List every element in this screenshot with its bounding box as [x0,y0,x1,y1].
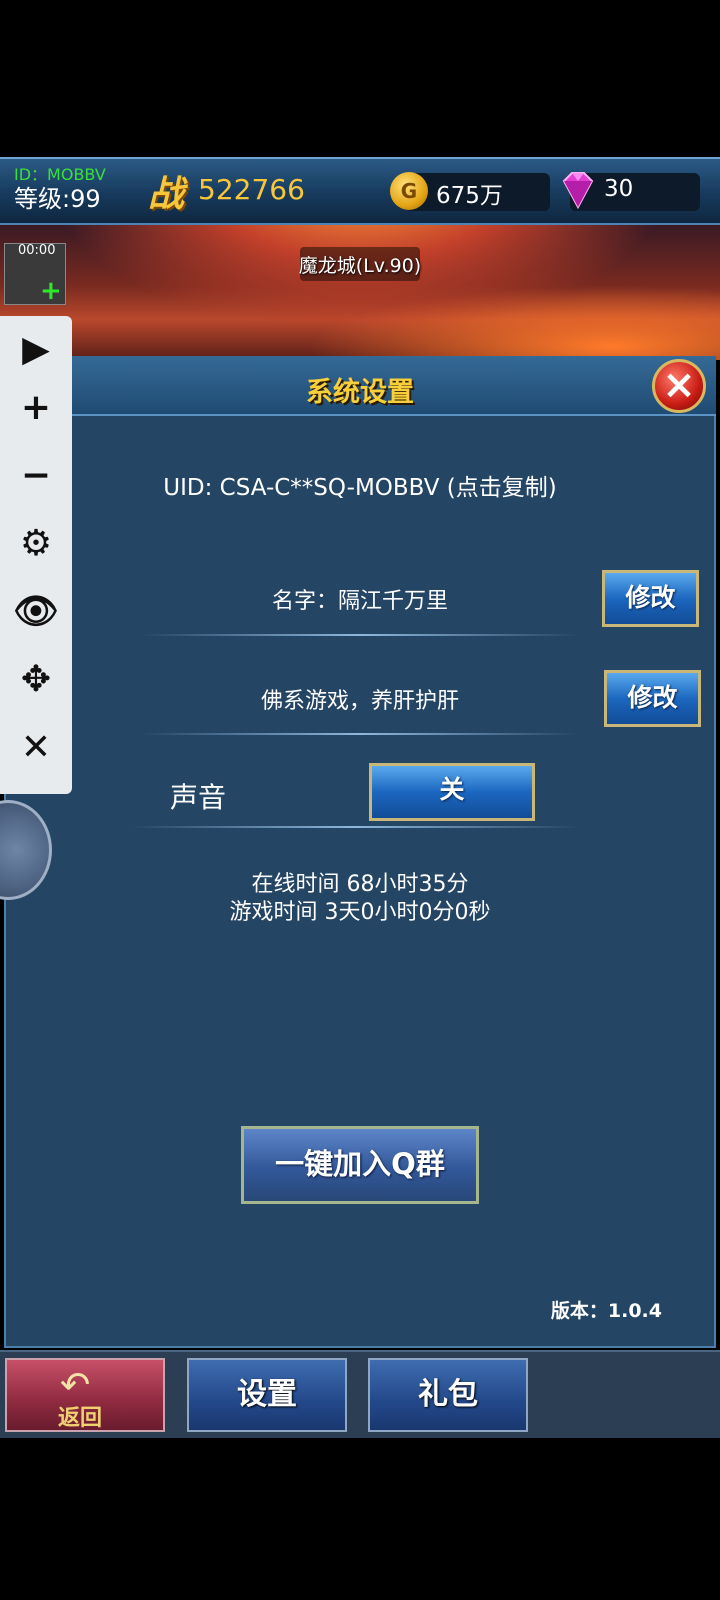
gem-value: 30 [604,176,634,202]
play-icon[interactable]: ▶ [10,324,62,376]
sound-label: 声音 [170,781,227,814]
gold-coin-icon: G [390,172,428,210]
tab-settings[interactable]: 设置 [187,1358,347,1432]
player-name: 名字：隔江千万里 [271,589,448,614]
back-label: 返回 [58,1405,103,1431]
scene-banner: 魔龙城(Lv.90) [0,225,720,360]
close-icon: × [662,362,696,408]
edit-motto-button[interactable]: 修改 [604,670,701,727]
close-icon[interactable]: ✕ [10,722,62,774]
gear-icon[interactable]: ⚙ [10,518,62,570]
player-motto: 佛系游戏，养肝护肝 [260,689,459,714]
floating-toolbar: ▶ + − ⚙ 👁 ✥ ✕ [0,316,72,794]
sound-toggle-button[interactable]: 关 [369,763,535,821]
divider [140,634,580,636]
power-icon: 战 [148,173,185,215]
divider [130,826,580,828]
move-icon[interactable]: ✥ [10,654,62,706]
divider [140,733,580,735]
edit-name-button[interactable]: 修改 [602,570,699,627]
diamond-icon [562,172,594,210]
eye-icon[interactable]: 👁 [10,586,62,638]
panel-title: 系统设置 [306,377,414,408]
scene-title: 魔龙城(Lv.90) [298,255,422,277]
avatar-timer: 00:00 [18,243,56,258]
join-qq-group-button[interactable]: 一键加入Q群 [241,1126,479,1204]
add-plus-icon[interactable]: + [40,278,62,304]
plus-icon[interactable]: + [10,382,62,434]
gold-value: 675万 [436,183,503,209]
status-bar: ID：MOBBV 等级:99 战 522766 G 675万 30 [0,157,720,225]
minus-icon[interactable]: − [10,450,62,502]
close-button[interactable]: × [652,359,706,413]
back-arrow-icon: ↶ [60,1365,91,1406]
player-level: 等级:99 [14,185,101,213]
version-label: 版本：1.0.4 [550,1300,662,1322]
tab-gift[interactable]: 礼包 [368,1358,528,1432]
power-value: 522766 [198,173,305,206]
uid-copy-text[interactable]: UID: CSA-C**SQ-MOBBV (点击复制) [100,468,620,502]
game-time: 游戏时间 3天0小时0分0秒 [229,900,491,925]
